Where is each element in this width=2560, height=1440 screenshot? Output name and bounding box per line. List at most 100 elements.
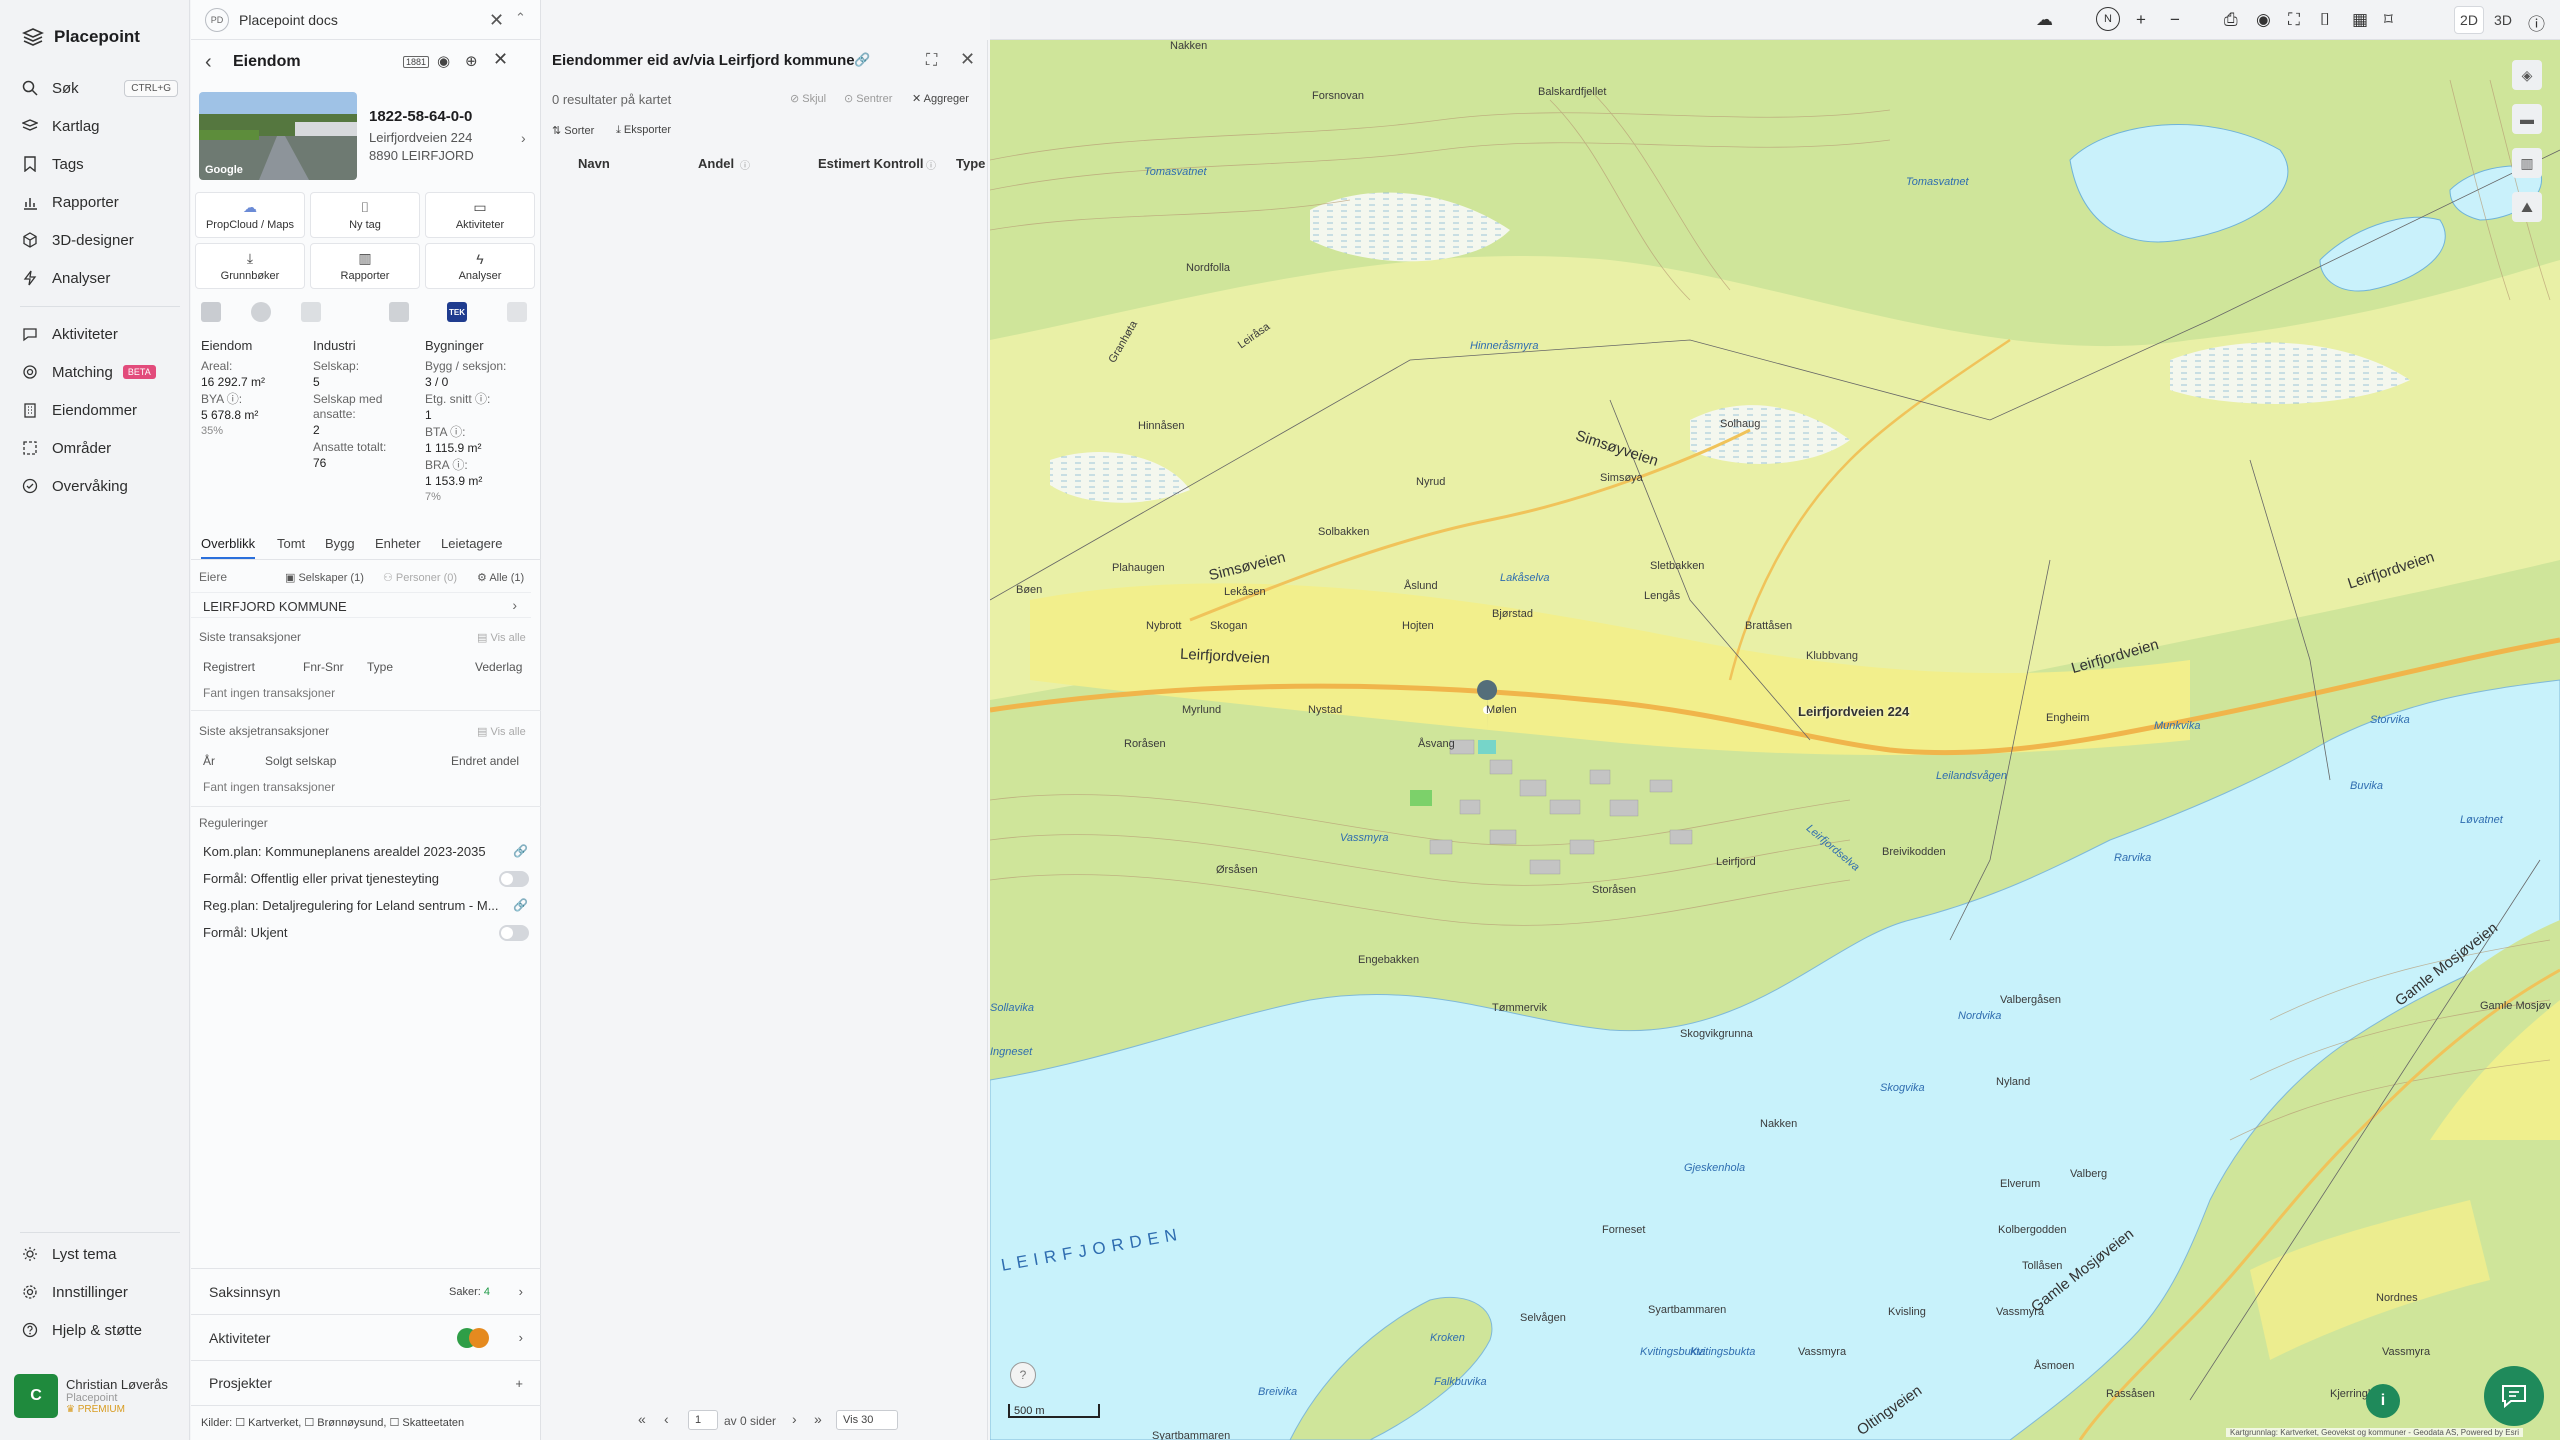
- print-icon[interactable]: ⎙: [2224, 10, 2238, 30]
- page-input[interactable]: 1: [688, 1410, 718, 1430]
- next-page-icon[interactable]: ›: [792, 1411, 797, 1427]
- persons-filter[interactable]: ⚇ Personer (0): [383, 571, 457, 584]
- plus-icon[interactable]: +: [515, 1376, 523, 1391]
- layers-cloud-icon[interactable]: ☁: [2036, 10, 2053, 30]
- support-chat-button[interactable]: [2484, 1366, 2544, 1426]
- topographic-map[interactable]: [990, 40, 2560, 1440]
- grid-source-icon[interactable]: [201, 302, 221, 322]
- factory-source-icon[interactable]: [301, 302, 321, 322]
- case-insight-accordion[interactable]: Saksinnsyn Saker: 4 ›: [191, 1268, 541, 1314]
- fullscreen-icon[interactable]: ⛶: [2288, 10, 2300, 30]
- tab-tenants[interactable]: Leietagere: [441, 536, 502, 551]
- all-filter[interactable]: ⚙ Alle (1): [477, 571, 524, 584]
- compass-north-icon[interactable]: N: [2096, 7, 2120, 31]
- chevron-updown-icon[interactable]: ⌃: [515, 10, 526, 26]
- nav-item-areas[interactable]: Områder: [22, 432, 178, 464]
- chart-button[interactable]: ▥: [2512, 148, 2542, 178]
- map-view[interactable]: [990, 40, 2560, 1440]
- brand[interactable]: Placepoint: [22, 22, 140, 52]
- close-icon[interactable]: ✕: [489, 10, 504, 31]
- projects-accordion[interactable]: Prosjekter +: [191, 1360, 541, 1406]
- tab-overview[interactable]: Overblikk: [201, 536, 256, 559]
- nav-item-analyses[interactable]: Analyser: [22, 262, 178, 294]
- show-all-share-tx-link[interactable]: ▤ Vis alle: [477, 725, 526, 738]
- zoom-in-icon[interactable]: +: [2136, 10, 2146, 30]
- nav-item-search[interactable]: Søk CTRL+G: [22, 72, 178, 104]
- export-button[interactable]: ⤓ Eksporter: [616, 124, 671, 137]
- map-help-button[interactable]: ?: [1010, 1362, 1036, 1388]
- map-layers-button[interactable]: ◈: [2512, 60, 2542, 90]
- link-icon[interactable]: 🔗: [854, 52, 870, 68]
- nav-item-matching[interactable]: Matching BETA: [22, 356, 178, 388]
- analyses-button[interactable]: ϟ Analyser: [425, 243, 535, 289]
- nav-item-3d-designer[interactable]: 3D-designer: [22, 224, 178, 256]
- bookmark-icon[interactable]: ⌑: [2384, 10, 2393, 30]
- chevron-right-icon[interactable]: ›: [521, 130, 526, 146]
- info-icon[interactable]: ⓘ: [926, 157, 936, 172]
- nav-item-tags[interactable]: Tags: [22, 148, 178, 180]
- tab-units[interactable]: Enheter: [375, 536, 421, 551]
- sort-button[interactable]: ⇅ Sorter: [552, 124, 594, 137]
- first-page-icon[interactable]: «: [638, 1411, 646, 1427]
- hide-button[interactable]: ⊘ Skjul: [790, 92, 826, 105]
- profile-button[interactable]: ⛰: [2512, 192, 2542, 222]
- reports-button[interactable]: ▥ Rapporter: [310, 243, 420, 289]
- expand-icon[interactable]: ⛶: [926, 52, 937, 70]
- nav-item-monitoring[interactable]: Overvåking: [22, 470, 178, 502]
- streetview-thumbnail[interactable]: Google: [199, 92, 357, 180]
- measure-button[interactable]: ▬: [2512, 104, 2542, 134]
- show-all-transactions-link[interactable]: ▤ Vis alle: [477, 631, 526, 644]
- center-button[interactable]: ⊙ Sentrer: [844, 92, 892, 105]
- warning-source-icon[interactable]: [507, 302, 527, 322]
- propcloud-button[interactable]: ☁ PropCloud / Maps: [195, 192, 305, 238]
- col-header-share[interactable]: Andel: [698, 156, 734, 171]
- col-header-name[interactable]: Navn: [578, 156, 610, 171]
- companies-filter[interactable]: ▣ Selskaper (1): [285, 571, 364, 584]
- map-info-button[interactable]: i: [2366, 1384, 2400, 1418]
- prev-page-icon[interactable]: ‹: [664, 1411, 669, 1427]
- document-tab[interactable]: PD Placepoint docs ✕ ⌃: [191, 0, 541, 40]
- info-icon[interactable]: ⓘ: [2528, 10, 2545, 35]
- nav-item-reports[interactable]: Rapporter: [22, 186, 178, 218]
- user-card[interactable]: C Christian Løverås Placepoint ♛ PREMIUM: [14, 1370, 184, 1422]
- land-registry-button[interactable]: ⤓ Grunnbøker: [195, 243, 305, 289]
- per-page-select[interactable]: Vis 30: [836, 1410, 898, 1430]
- new-tag-button[interactable]: ⌷ Ny tag: [310, 192, 420, 238]
- regulation-toggle[interactable]: [499, 925, 529, 941]
- zoom-out-icon[interactable]: −: [2170, 10, 2180, 30]
- back-icon[interactable]: ‹: [205, 51, 212, 74]
- camera-icon[interactable]: ⌷: [2320, 10, 2330, 30]
- add-circle-icon[interactable]: ⊕: [465, 52, 478, 70]
- close-icon[interactable]: ✕: [493, 49, 508, 70]
- nav-item-light-theme[interactable]: Lyst tema: [22, 1238, 178, 1270]
- building-source-icon[interactable]: [389, 302, 409, 322]
- nav-item-help[interactable]: Hjelp & støtte: [22, 1314, 178, 1346]
- link-icon[interactable]: 🔗: [513, 898, 528, 912]
- link-icon[interactable]: 🔗: [513, 844, 528, 858]
- activities-button[interactable]: ▭ Aktiviteter: [425, 192, 535, 238]
- badge-1881-icon[interactable]: 1881: [403, 56, 430, 68]
- eye-icon[interactable]: ◉: [2256, 10, 2271, 30]
- activities-accordion[interactable]: Aktiviteter ›: [191, 1314, 541, 1360]
- marker-address-label[interactable]: Leirfjordveien 224: [1798, 704, 1909, 719]
- nav-item-map-layers[interactable]: Kartlag: [22, 110, 178, 142]
- nav-item-properties[interactable]: Eiendommer: [22, 394, 178, 426]
- view-2d-toggle[interactable]: 2D: [2454, 6, 2484, 34]
- col-header-control[interactable]: Estimert Kontroll: [818, 156, 923, 171]
- aggregate-button[interactable]: ✕ Aggreger: [912, 92, 969, 105]
- nav-item-settings[interactable]: Innstillinger: [22, 1276, 178, 1308]
- tab-buildings[interactable]: Bygg: [325, 536, 355, 551]
- tab-plot[interactable]: Tomt: [277, 536, 305, 551]
- regulation-toggle[interactable]: [499, 871, 529, 887]
- tek-source-icon[interactable]: TEK: [447, 302, 467, 322]
- close-icon[interactable]: ✕: [960, 49, 975, 70]
- nav-item-activities[interactable]: Aktiviteter: [22, 318, 178, 350]
- col-header-type[interactable]: Type: [956, 156, 985, 171]
- globe-source-icon[interactable]: [251, 302, 271, 322]
- info-icon[interactable]: ⓘ: [740, 157, 750, 172]
- view-3d-toggle[interactable]: 3D: [2488, 6, 2518, 34]
- eye-icon[interactable]: ◉: [437, 52, 450, 70]
- owner-row[interactable]: LEIRFJORD KOMMUNE ›: [191, 592, 531, 618]
- last-page-icon[interactable]: »: [814, 1411, 822, 1427]
- grid-icon[interactable]: ▦: [2352, 10, 2368, 30]
